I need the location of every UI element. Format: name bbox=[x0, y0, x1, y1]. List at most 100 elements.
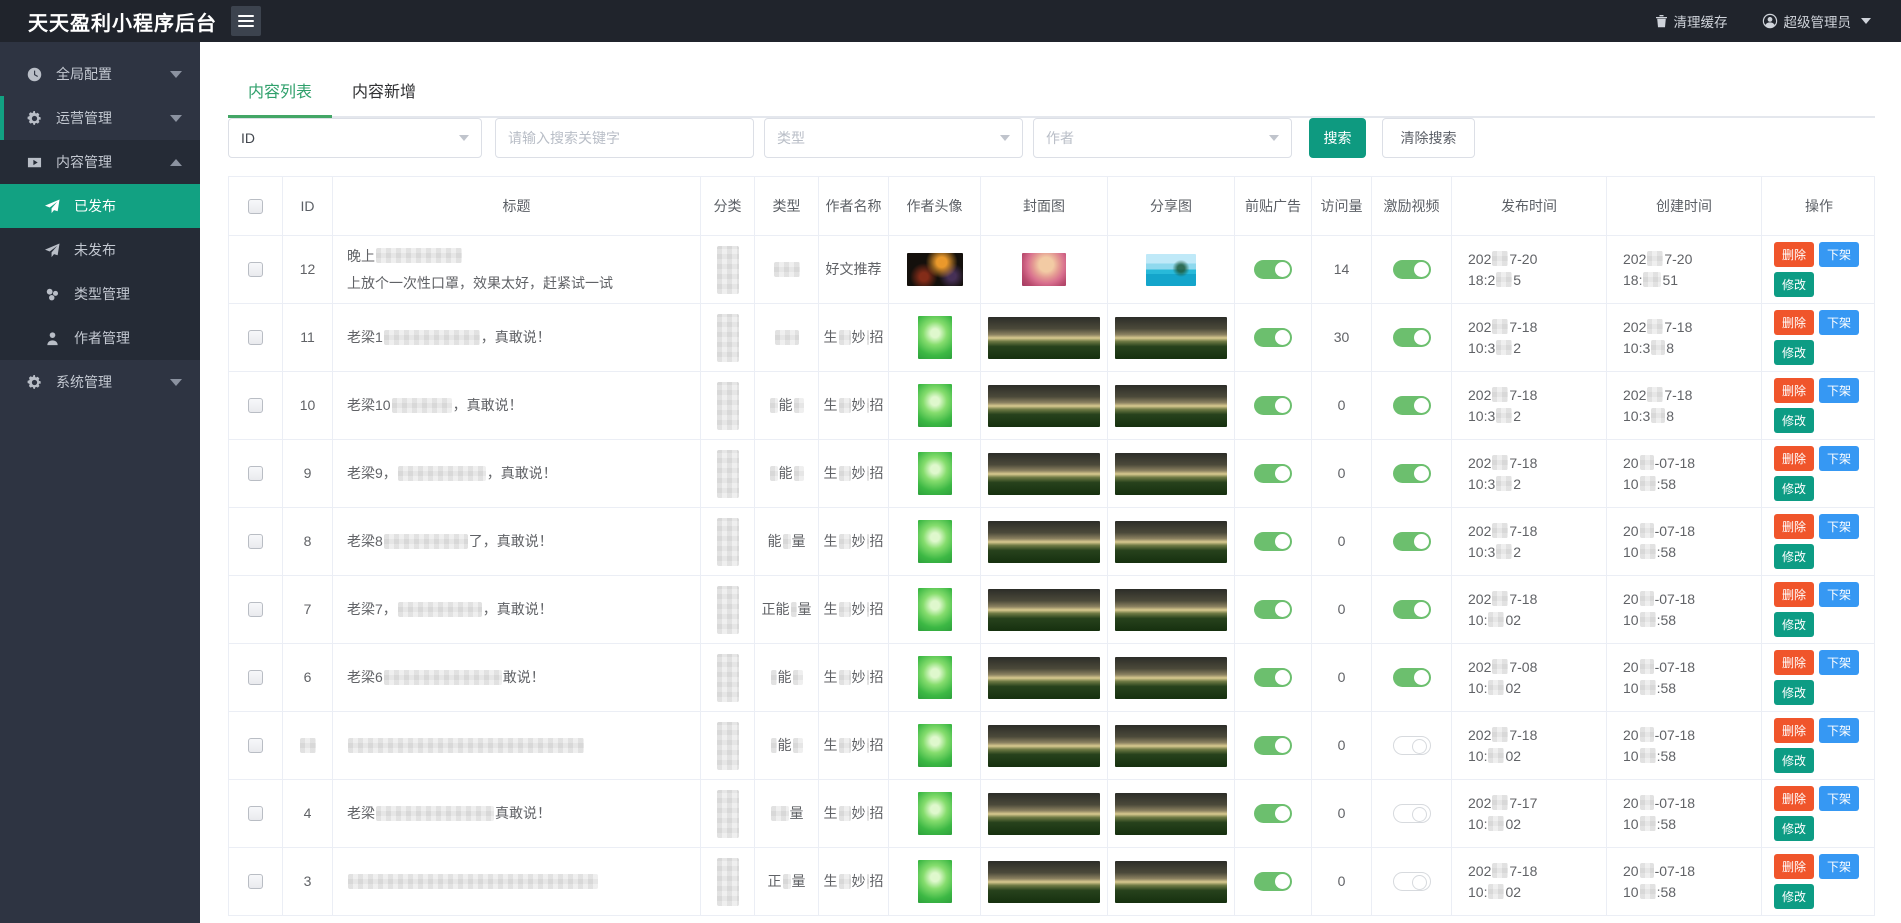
take-down-button[interactable]: 下架 bbox=[1819, 650, 1859, 675]
incentive-toggle[interactable] bbox=[1393, 600, 1431, 619]
row-checkbox[interactable] bbox=[248, 534, 263, 549]
row-checkbox[interactable] bbox=[248, 874, 263, 889]
preroll-toggle[interactable] bbox=[1254, 260, 1292, 279]
censored-block bbox=[1647, 251, 1663, 266]
edit-button[interactable]: 修改 bbox=[1774, 544, 1814, 569]
sidebar-item-published[interactable]: 已发布 bbox=[0, 184, 200, 228]
id-select[interactable]: ID bbox=[228, 118, 482, 158]
select-all-checkbox[interactable] bbox=[248, 199, 263, 214]
edit-button[interactable]: 修改 bbox=[1774, 816, 1814, 841]
row-checkbox[interactable] bbox=[248, 602, 263, 617]
clear-cache-button[interactable]: 清理缓存 bbox=[1655, 11, 1728, 31]
delete-button[interactable]: 删除 bbox=[1774, 582, 1814, 607]
table-header-row: ID标题分类类型作者名称作者头像封面图分享图前贴广告访问量激励视频发布时间创建时… bbox=[229, 177, 1874, 236]
incentive-toggle[interactable] bbox=[1393, 396, 1431, 415]
incentive-toggle[interactable] bbox=[1393, 464, 1431, 483]
edit-button[interactable]: 修改 bbox=[1774, 680, 1814, 705]
delete-button[interactable]: 删除 bbox=[1774, 310, 1814, 335]
delete-button[interactable]: 删除 bbox=[1774, 514, 1814, 539]
keyword-input[interactable] bbox=[495, 118, 754, 158]
admin-menu[interactable]: 超级管理员 bbox=[1762, 11, 1872, 31]
cell-create-time: 20-07-1810:58 bbox=[1607, 712, 1762, 779]
censored-block bbox=[867, 534, 869, 549]
take-down-button[interactable]: 下架 bbox=[1819, 718, 1859, 743]
cell-id: 8 bbox=[283, 508, 333, 575]
date-line: 18:25 bbox=[1468, 270, 1521, 290]
incentive-toggle[interactable] bbox=[1393, 736, 1431, 755]
row-checkbox[interactable] bbox=[248, 738, 263, 753]
delete-button[interactable]: 删除 bbox=[1774, 242, 1814, 267]
cell-cover bbox=[981, 576, 1108, 643]
sidebar-item-unpublished[interactable]: 未发布 bbox=[0, 228, 200, 272]
censored-block bbox=[1492, 319, 1508, 334]
take-down-button[interactable]: 下架 bbox=[1819, 378, 1859, 403]
incentive-toggle[interactable] bbox=[1393, 260, 1431, 279]
row-checkbox[interactable] bbox=[248, 670, 263, 685]
sidebar-item-global-config[interactable]: 全局配置 bbox=[0, 52, 200, 96]
tab-content-add[interactable]: 内容新增 bbox=[332, 78, 436, 116]
edit-button[interactable]: 修改 bbox=[1774, 340, 1814, 365]
take-down-button[interactable]: 下架 bbox=[1819, 582, 1859, 607]
censored-block bbox=[1647, 387, 1663, 402]
delete-button[interactable]: 删除 bbox=[1774, 650, 1814, 675]
censored-block bbox=[1492, 591, 1508, 606]
delete-button[interactable]: 删除 bbox=[1774, 718, 1814, 743]
date-line: 10:58 bbox=[1623, 678, 1676, 698]
sidebar-item-content-management[interactable]: 内容管理 bbox=[0, 140, 200, 184]
delete-button[interactable]: 删除 bbox=[1774, 786, 1814, 811]
preroll-toggle[interactable] bbox=[1254, 532, 1292, 551]
delete-button[interactable]: 删除 bbox=[1774, 446, 1814, 471]
take-down-button[interactable]: 下架 bbox=[1819, 310, 1859, 335]
edit-button[interactable]: 修改 bbox=[1774, 884, 1814, 909]
tab-content-list[interactable]: 内容列表 bbox=[228, 78, 332, 116]
preroll-toggle[interactable] bbox=[1254, 396, 1292, 415]
row-checkbox[interactable] bbox=[248, 330, 263, 345]
author-select[interactable]: 作者 bbox=[1033, 118, 1292, 158]
take-down-button[interactable]: 下架 bbox=[1819, 854, 1859, 879]
sidebar-item-operations[interactable]: 运营管理 bbox=[0, 96, 200, 140]
incentive-toggle[interactable] bbox=[1393, 668, 1431, 687]
take-down-button[interactable]: 下架 bbox=[1819, 242, 1859, 267]
clear-search-button[interactable]: 清除搜索 bbox=[1382, 118, 1475, 158]
edit-button[interactable]: 修改 bbox=[1774, 272, 1814, 297]
row-checkbox[interactable] bbox=[248, 466, 263, 481]
edit-button[interactable]: 修改 bbox=[1774, 612, 1814, 637]
paper-plane-icon bbox=[44, 242, 60, 258]
cover-image bbox=[988, 657, 1100, 699]
incentive-toggle[interactable] bbox=[1393, 804, 1431, 823]
preroll-toggle[interactable] bbox=[1254, 668, 1292, 687]
type-select[interactable]: 类型 bbox=[764, 118, 1023, 158]
search-button[interactable]: 搜索 bbox=[1309, 118, 1366, 158]
sidebar-item-system-management[interactable]: 系统管理 bbox=[0, 360, 200, 404]
row-checkbox[interactable] bbox=[248, 262, 263, 277]
sidebar-item-type-management[interactable]: 类型管理 bbox=[0, 272, 200, 316]
delete-button[interactable]: 删除 bbox=[1774, 854, 1814, 879]
take-down-button[interactable]: 下架 bbox=[1819, 514, 1859, 539]
take-down-button[interactable]: 下架 bbox=[1819, 446, 1859, 471]
censored-block bbox=[1488, 612, 1504, 627]
sidebar-item-author-management[interactable]: 作者管理 bbox=[0, 316, 200, 360]
date-line: 10:02 bbox=[1468, 610, 1521, 630]
incentive-toggle[interactable] bbox=[1393, 532, 1431, 551]
preroll-toggle[interactable] bbox=[1254, 736, 1292, 755]
row-checkbox[interactable] bbox=[248, 806, 263, 821]
cell-title: 老梁8了，真敢说！ bbox=[333, 508, 701, 575]
preroll-toggle[interactable] bbox=[1254, 328, 1292, 347]
cover-image bbox=[988, 793, 1100, 835]
edit-button[interactable]: 修改 bbox=[1774, 476, 1814, 501]
edit-button[interactable]: 修改 bbox=[1774, 408, 1814, 433]
preroll-toggle[interactable] bbox=[1254, 872, 1292, 891]
incentive-toggle[interactable] bbox=[1393, 872, 1431, 891]
row-checkbox[interactable] bbox=[248, 398, 263, 413]
date-line: 2027-18 bbox=[1468, 385, 1537, 405]
incentive-toggle[interactable] bbox=[1393, 328, 1431, 347]
edit-button[interactable]: 修改 bbox=[1774, 748, 1814, 773]
cell-share bbox=[1108, 712, 1235, 779]
preroll-toggle[interactable] bbox=[1254, 464, 1292, 483]
preroll-toggle[interactable] bbox=[1254, 804, 1292, 823]
sidebar-toggle-button[interactable] bbox=[231, 6, 261, 36]
censored-block bbox=[376, 248, 462, 263]
preroll-toggle[interactable] bbox=[1254, 600, 1292, 619]
take-down-button[interactable]: 下架 bbox=[1819, 786, 1859, 811]
delete-button[interactable]: 删除 bbox=[1774, 378, 1814, 403]
